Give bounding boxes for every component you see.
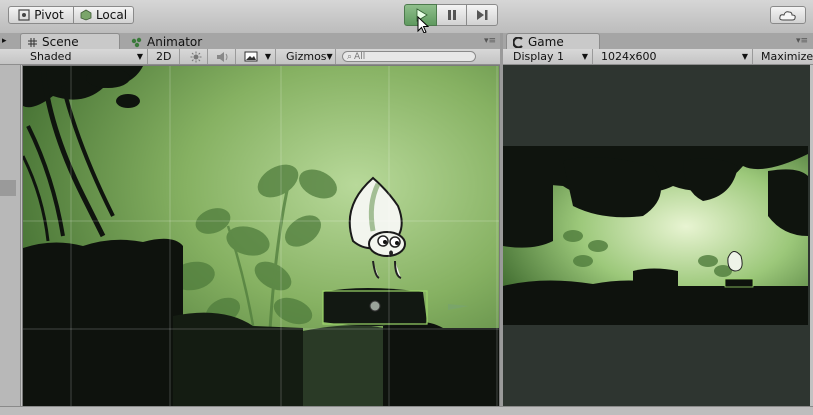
- cloud-icon: [779, 10, 796, 20]
- maximize-toggle[interactable]: Maximize: [755, 49, 813, 64]
- chevron-down-icon: ▼: [326, 52, 333, 61]
- chevron-down-icon: ▼: [136, 52, 143, 61]
- tab-game-label: Game: [528, 35, 564, 49]
- pause-button[interactable]: [437, 4, 467, 26]
- tab-animator-label: Animator: [147, 35, 203, 49]
- scene-grid-icon: [28, 37, 37, 47]
- search-placeholder: All: [354, 51, 366, 62]
- game-icon: [513, 36, 523, 48]
- 2d-mode-toggle[interactable]: 2D: [150, 49, 180, 64]
- gizmos-dropdown[interactable]: Gizmos ▼: [280, 49, 336, 64]
- search-icon: ⌕: [347, 51, 353, 62]
- image-effects-icon: [244, 51, 258, 62]
- chevron-down-icon: ▼: [264, 52, 271, 61]
- tab-scene[interactable]: Scene: [20, 33, 120, 50]
- scene-search-input[interactable]: ⌕ All: [342, 51, 476, 62]
- audio-toggle[interactable]: [210, 49, 236, 64]
- scene-control-bar: Shaded ▼ 2D ▼ Gizmos ▼ ⌕ All: [0, 49, 500, 65]
- lighting-toggle[interactable]: [184, 49, 208, 64]
- step-button[interactable]: [467, 4, 498, 26]
- scene-viewport[interactable]: [22, 65, 500, 408]
- shading-mode-dropdown[interactable]: Shaded ▼: [24, 49, 148, 64]
- resolution-value: 1024x600: [601, 50, 657, 63]
- animator-icon: [131, 37, 142, 47]
- gizmos-label: Gizmos: [286, 50, 327, 63]
- lighting-icon: [190, 51, 202, 62]
- game-panel-menu-icon[interactable]: ▾≡: [796, 36, 808, 46]
- scene-artwork: [23, 66, 499, 407]
- tab-scene-label: Scene: [42, 35, 79, 49]
- tab-animator[interactable]: Animator: [124, 33, 214, 50]
- shading-mode-value: Shaded: [30, 50, 72, 63]
- game-control-bar: Display 1 ▼ 1024x600 ▼ Maximize: [503, 49, 813, 65]
- pause-icon: [447, 10, 456, 20]
- local-icon: [80, 9, 92, 21]
- left-scrollbar-thumb[interactable]: [0, 180, 16, 196]
- chevron-down-icon: ▼: [741, 52, 748, 61]
- pivot-toggle-button[interactable]: Pivot: [8, 6, 74, 24]
- left-hierarchy-edge: [0, 65, 21, 410]
- game-view[interactable]: [503, 65, 810, 406]
- game-render: [503, 146, 808, 325]
- pivot-label: Pivot: [34, 8, 64, 22]
- scene-panel-menu-icon[interactable]: ▾≡: [484, 36, 496, 46]
- display-value: Display 1: [513, 50, 565, 63]
- local-label: Local: [95, 8, 128, 22]
- main-toolbar: Pivot Local: [0, 0, 813, 34]
- resolution-dropdown[interactable]: 1024x600 ▼: [595, 49, 753, 64]
- local-toggle-button[interactable]: Local: [74, 6, 134, 24]
- chevron-down-icon: ▼: [581, 52, 588, 61]
- pivot-icon: [18, 9, 30, 21]
- tab-game[interactable]: Game: [506, 33, 600, 50]
- audio-icon: [217, 51, 228, 62]
- scene-panel-lock-icon[interactable]: ▸: [2, 36, 7, 46]
- step-icon: [477, 10, 488, 20]
- maximize-label: Maximize: [761, 50, 813, 63]
- image-effects-dropdown[interactable]: ▼: [238, 49, 276, 64]
- collab-cloud-button[interactable]: [770, 6, 806, 24]
- 2d-mode-label: 2D: [156, 50, 172, 63]
- display-dropdown[interactable]: Display 1 ▼: [507, 49, 593, 64]
